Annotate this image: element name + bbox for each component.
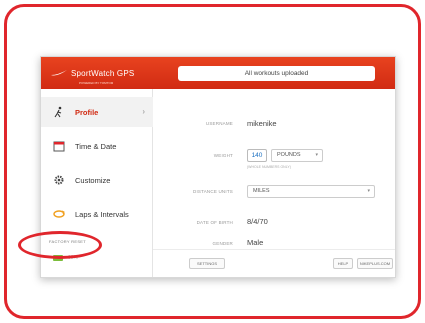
factory-reset-highlight bbox=[18, 231, 102, 259]
laps-icon bbox=[53, 210, 65, 218]
runner-icon bbox=[54, 106, 62, 118]
username-value: mikenike bbox=[247, 119, 277, 128]
weight-unit-select[interactable]: POUNDS ▾ bbox=[271, 149, 323, 162]
distance-units-value: MILES bbox=[253, 188, 270, 194]
chevron-down-icon: ▾ bbox=[367, 188, 370, 194]
distance-units-label: DISTANCE UNITS bbox=[193, 189, 233, 194]
weight-label: WEIGHT bbox=[213, 153, 233, 158]
sidebar-item-label: Customize bbox=[75, 175, 111, 185]
username-label: USERNAME bbox=[205, 121, 233, 126]
sidebar-item-customize[interactable]: Customize bbox=[41, 165, 153, 195]
help-button[interactable]: HELP bbox=[333, 258, 353, 269]
sidebar-item-time-date[interactable]: Time & Date bbox=[41, 131, 153, 161]
weight-hint: (WHOLE NUMBERS ONLY) bbox=[247, 165, 291, 169]
sidebar-item-label: Laps & Intervals bbox=[75, 209, 129, 219]
gender-label: GENDER bbox=[212, 241, 233, 246]
sidebar-item-laps-intervals[interactable]: Laps & Intervals bbox=[41, 199, 153, 229]
weight-input[interactable]: 140 bbox=[247, 149, 267, 162]
sidebar-item-label: Time & Date bbox=[75, 141, 117, 151]
chevron-right-icon: › bbox=[142, 107, 145, 116]
sidebar-item-label: Profile bbox=[75, 107, 99, 117]
dob-label: DATE OF BIRTH bbox=[196, 220, 233, 225]
gender-value[interactable]: Male bbox=[247, 238, 263, 247]
status-message: All workouts uploaded bbox=[178, 66, 375, 81]
brand-logo: SportWatch GPS bbox=[51, 66, 134, 80]
dob-value[interactable]: 8/4/70 bbox=[247, 217, 268, 226]
swoosh-icon bbox=[51, 70, 67, 76]
brand-subtitle: POWERED BY TOMTOM bbox=[79, 81, 114, 85]
nikeplus-label: NIKEPLUS.COM bbox=[359, 261, 391, 266]
calendar-icon bbox=[53, 141, 65, 152]
brand-name: SportWatch GPS bbox=[71, 68, 135, 78]
sidebar-item-profile[interactable]: Profile › bbox=[41, 97, 153, 127]
weight-unit-value: POUNDS bbox=[277, 152, 301, 158]
distance-units-select[interactable]: MILES ▾ bbox=[247, 185, 375, 198]
titlebar: SportWatch GPS POWERED BY TOMTOM All wor… bbox=[41, 57, 395, 89]
help-label: HELP bbox=[337, 261, 349, 266]
chevron-down-icon: ▾ bbox=[315, 152, 318, 158]
gear-icon bbox=[54, 175, 64, 185]
bottom-bar: SETTINGS HELP NIKEPLUS.COM bbox=[153, 249, 395, 277]
settings-label: SETTINGS bbox=[196, 261, 217, 266]
nikeplus-button[interactable]: NIKEPLUS.COM bbox=[357, 258, 393, 269]
settings-button[interactable]: SETTINGS bbox=[189, 258, 225, 269]
